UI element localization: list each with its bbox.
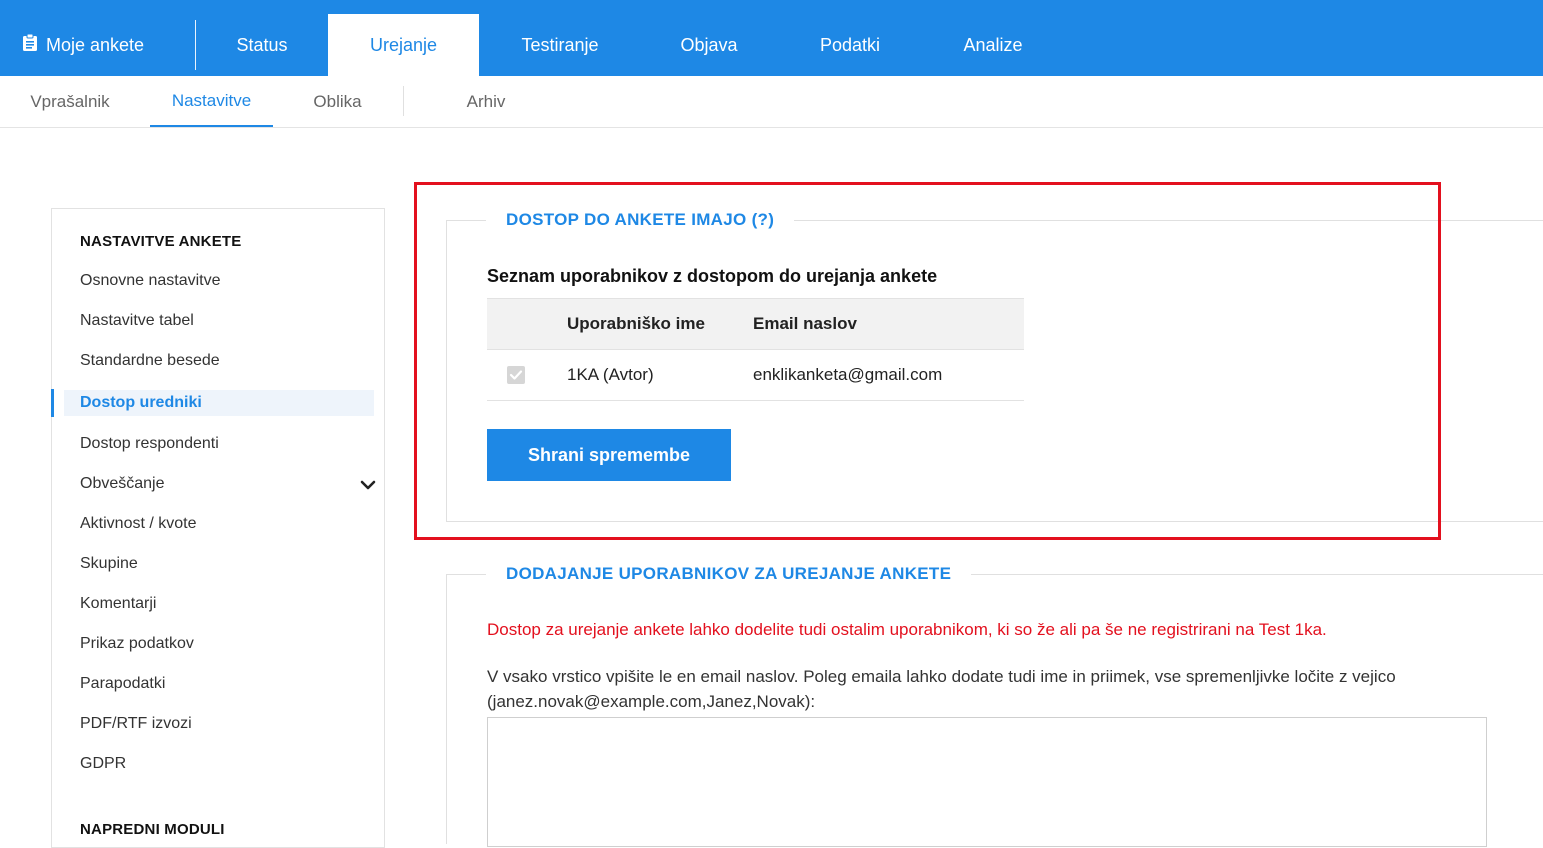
sidebar-item-obvescanje[interactable]: Obveščanje [80,475,165,493]
subtab-arhiv-label: Arhiv [466,91,506,111]
subtab-arhiv[interactable]: Arhiv [440,76,532,127]
subtab-oblika-label: Oblika [313,91,362,111]
add-users-legend: DODAJANJE UPORABNIKOV ZA UREJANJE ANKETE [486,564,972,584]
sidebar-item-standardne-besede[interactable]: Standardne besede [80,352,220,370]
sidebar-item-osnovne-nastavitve[interactable]: Osnovne nastavitve [80,272,221,290]
top-navigation: Moje ankete Status Urejanje Testiranje O… [0,0,1543,76]
my-surveys-link[interactable]: Moje ankete [22,14,172,76]
chevron-down-icon[interactable] [360,477,376,493]
sidebar-item-gdpr[interactable]: GDPR [80,755,126,773]
sidebar-active-indicator [51,389,54,417]
sub-navigation: Vprašalnik Nastavitve Oblika Arhiv [0,76,1543,128]
tab-podatki[interactable]: Podatki [778,14,922,76]
tab-objava-label: Objava [680,34,738,55]
add-users-note: Dostop za urejanje ankete lahko dodelite… [487,620,1327,639]
tab-status[interactable]: Status [197,14,327,76]
sidebar-item-dostop-uredniki[interactable]: Dostop uredniki [64,390,374,416]
highlight-annotation-box [414,182,1441,540]
subtab-vprasalnik[interactable]: Vprašalnik [10,76,130,127]
sidebar-item-nastavitve-tabel[interactable]: Nastavitve tabel [80,312,194,330]
tab-analize-label: Analize [963,34,1023,55]
sidebar-item-parapodatki[interactable]: Parapodatki [80,675,165,693]
subnav-divider [403,86,404,116]
subtab-vprasalnik-label: Vprašalnik [30,91,110,111]
clipboard-icon [22,33,38,57]
tab-urejanje-label: Urejanje [369,34,438,55]
tab-objava[interactable]: Objava [640,14,778,76]
settings-sidebar: NASTAVITVE ANKETE Osnovne nastavitve Nas… [51,208,385,848]
tab-podatki-label: Podatki [819,34,881,55]
tab-urejanje[interactable]: Urejanje [328,14,479,76]
tab-analize[interactable]: Analize [922,14,1064,76]
topnav-divider [195,20,196,70]
subtab-oblika[interactable]: Oblika [290,76,385,127]
tab-status-label: Status [236,34,288,55]
emails-textarea[interactable] [487,717,1487,847]
add-users-instructions: V vsako vrstico vpišite le en email nasl… [487,667,1396,711]
sidebar-heading: NASTAVITVE ANKETE [80,233,242,250]
my-surveys-label: Moje ankete [46,34,145,55]
add-users-legend-text: DODAJANJE UPORABNIKOV ZA UREJANJE ANKETE [506,564,952,583]
sidebar-item-prikaz-podatkov[interactable]: Prikaz podatkov [80,635,194,653]
subtab-nastavitve[interactable]: Nastavitve [150,76,273,127]
sidebar-item-aktivnost-kvote[interactable]: Aktivnost / kvote [80,515,197,533]
sidebar-item-pdf-rtf-izvozi[interactable]: PDF/RTF izvozi [80,715,192,733]
sidebar-item-komentarji[interactable]: Komentarji [80,595,156,613]
sidebar-item-dostop-respondenti[interactable]: Dostop respondenti [80,435,219,453]
sidebar-item-skupine[interactable]: Skupine [80,555,138,573]
tab-testiranje-label: Testiranje [521,34,599,55]
tab-testiranje[interactable]: Testiranje [480,14,640,76]
subtab-nastavitve-label: Nastavitve [171,90,252,110]
